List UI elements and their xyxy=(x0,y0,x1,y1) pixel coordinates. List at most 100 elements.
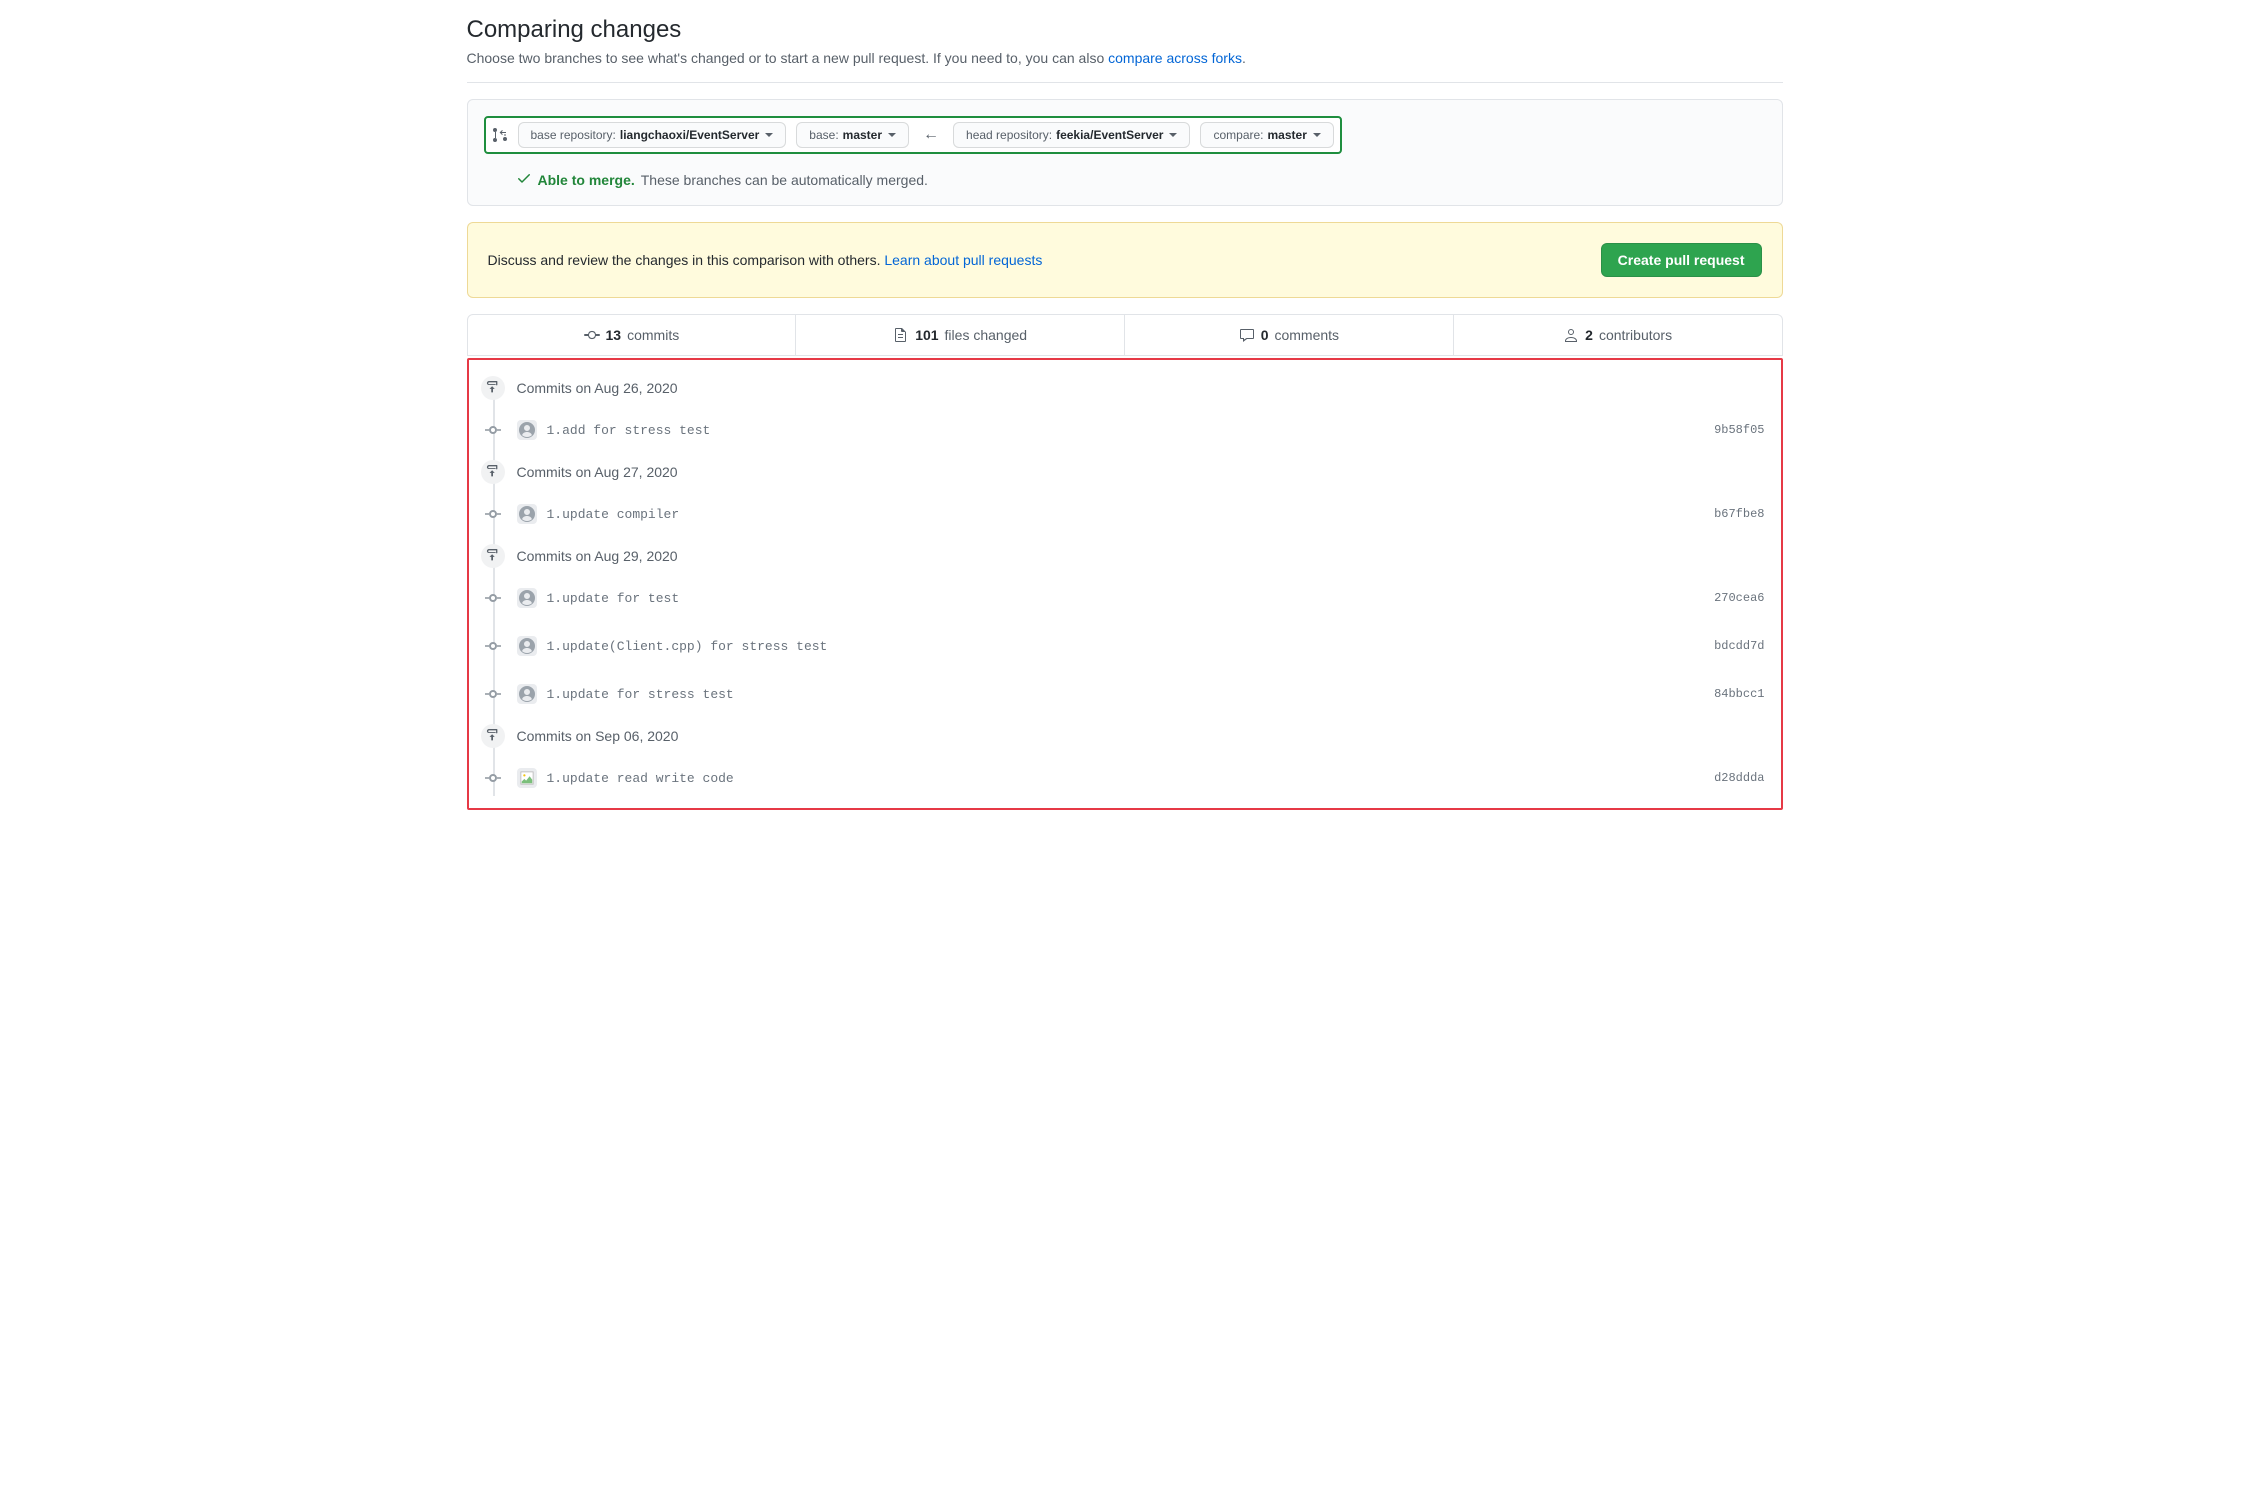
comment-icon xyxy=(1239,327,1255,343)
caret-down-icon xyxy=(765,133,773,137)
contributors-count: 2 xyxy=(1585,327,1593,343)
commit-row[interactable]: 1.update(Client.cpp) for stress testbdcd… xyxy=(505,628,1769,664)
pr-banner-pre: Discuss and review the changes in this c… xyxy=(488,252,885,268)
commit-row[interactable]: 1.update for test270cea6 xyxy=(505,580,1769,616)
head-repo-value: feekia/EventServer xyxy=(1056,128,1163,142)
base-branch-selector[interactable]: base: master xyxy=(796,122,909,148)
compare-branch-selector[interactable]: compare: master xyxy=(1200,122,1333,148)
commit-date-header: Commits on Aug 29, 2020 xyxy=(505,548,1769,564)
divider xyxy=(467,82,1783,83)
base-repo-value: liangchaoxi/EventServer xyxy=(620,128,759,142)
caret-down-icon xyxy=(1313,133,1321,137)
people-icon xyxy=(1563,327,1579,343)
commits-count: 13 xyxy=(606,327,622,343)
commit-message[interactable]: 1.update compiler xyxy=(547,507,1715,522)
page-desc: Choose two branches to see what's change… xyxy=(467,50,1783,66)
commit-date-text: Commits on Aug 27, 2020 xyxy=(517,464,678,480)
merge-status: Able to merge. These branches can be aut… xyxy=(516,170,1766,189)
commit-row[interactable]: 1.add for stress test9b58f05 xyxy=(505,412,1769,448)
commit-message[interactable]: 1.update for test xyxy=(547,591,1715,606)
files-label: files changed xyxy=(945,327,1028,343)
files-count: 101 xyxy=(915,327,938,343)
commit-date-group: Commits on Sep 06, 2020 1.update read wri… xyxy=(505,728,1769,796)
pr-banner: Discuss and review the changes in this c… xyxy=(467,222,1783,298)
commit-message[interactable]: 1.update(Client.cpp) for stress test xyxy=(547,639,1715,654)
tab-contributors[interactable]: 2 contributors xyxy=(1454,315,1782,355)
commit-author-avatar[interactable] xyxy=(517,588,537,608)
create-pr-button[interactable]: Create pull request xyxy=(1601,243,1762,277)
check-icon xyxy=(516,170,532,189)
commit-sha[interactable]: b67fbe8 xyxy=(1714,507,1768,521)
commit-dot-icon xyxy=(485,506,501,522)
arrow-left-icon: ← xyxy=(919,126,943,144)
commit-date-header: Commits on Sep 06, 2020 xyxy=(505,728,1769,744)
commit-sha[interactable]: 9b58f05 xyxy=(1714,423,1768,437)
commit-dot-icon xyxy=(485,590,501,606)
page-desc-text: Choose two branches to see what's change… xyxy=(467,50,1109,66)
commit-dot-icon xyxy=(485,638,501,654)
tab-comments[interactable]: 0 comments xyxy=(1125,315,1454,355)
base-branch-value: master xyxy=(843,128,882,142)
contributors-label: contributors xyxy=(1599,327,1672,343)
commits-label: commits xyxy=(627,327,679,343)
repo-push-icon xyxy=(481,376,505,400)
commit-date-text: Commits on Aug 26, 2020 xyxy=(517,380,678,396)
commit-dot-icon xyxy=(485,422,501,438)
compare-forks-link[interactable]: compare across forks xyxy=(1108,50,1242,66)
base-branch-label: base: xyxy=(809,128,838,142)
commit-date-text: Commits on Aug 29, 2020 xyxy=(517,548,678,564)
range-row-highlight: base repository: liangchaoxi/EventServer… xyxy=(484,116,1342,154)
avatar-icon xyxy=(519,638,535,654)
comments-label: comments xyxy=(1274,327,1339,343)
broken-image-icon xyxy=(520,771,534,785)
commit-message[interactable]: 1.update read write code xyxy=(547,771,1715,786)
base-repo-label: base repository: xyxy=(531,128,616,142)
commit-date-header: Commits on Aug 26, 2020 xyxy=(505,380,1769,396)
tab-commits[interactable]: 13 commits xyxy=(468,315,797,355)
commit-author-avatar[interactable] xyxy=(517,636,537,656)
comments-count: 0 xyxy=(1261,327,1269,343)
commit-message[interactable]: 1.add for stress test xyxy=(547,423,1715,438)
file-diff-icon xyxy=(893,327,909,343)
commits-timeline: Commits on Aug 26, 2020 1.add for stress … xyxy=(481,380,1769,796)
caret-down-icon xyxy=(1169,133,1177,137)
repo-push-icon xyxy=(481,460,505,484)
commit-sha[interactable]: d28ddda xyxy=(1714,771,1768,785)
head-repo-selector[interactable]: head repository: feekia/EventServer xyxy=(953,122,1190,148)
commit-author-avatar[interactable] xyxy=(517,768,537,788)
commit-author-avatar[interactable] xyxy=(517,684,537,704)
merge-rest-text: These branches can be automatically merg… xyxy=(641,172,928,188)
commit-row[interactable]: 1.update read write coded28ddda xyxy=(505,760,1769,796)
avatar-icon xyxy=(519,590,535,606)
pr-banner-text: Discuss and review the changes in this c… xyxy=(488,252,1043,268)
page-title: Comparing changes xyxy=(467,16,1783,44)
diff-tabs: 13 commits 101 files changed 0 comments … xyxy=(467,314,1783,356)
range-editor: base repository: liangchaoxi/EventServer… xyxy=(467,99,1783,206)
commit-date-text: Commits on Sep 06, 2020 xyxy=(517,728,679,744)
commit-author-avatar[interactable] xyxy=(517,420,537,440)
head-repo-label: head repository: xyxy=(966,128,1052,142)
tab-files[interactable]: 101 files changed xyxy=(796,315,1125,355)
git-commit-icon xyxy=(584,327,600,343)
base-repo-selector[interactable]: base repository: liangchaoxi/EventServer xyxy=(518,122,787,148)
repo-push-icon xyxy=(481,544,505,568)
page-desc-post: . xyxy=(1242,50,1246,66)
commit-message[interactable]: 1.update for stress test xyxy=(547,687,1715,702)
repo-push-icon xyxy=(481,724,505,748)
commit-dot-icon xyxy=(485,770,501,786)
avatar-icon xyxy=(519,422,535,438)
compare-value: master xyxy=(1268,128,1307,142)
commit-author-avatar[interactable] xyxy=(517,504,537,524)
commit-date-group: Commits on Aug 29, 2020 1.update for test… xyxy=(505,548,1769,712)
commit-sha[interactable]: bdcdd7d xyxy=(1714,639,1768,653)
commit-row[interactable]: 1.update compilerb67fbe8 xyxy=(505,496,1769,532)
commit-sha[interactable]: 84bbcc1 xyxy=(1714,687,1768,701)
avatar-icon xyxy=(519,686,535,702)
commits-timeline-highlight: Commits on Aug 26, 2020 1.add for stress … xyxy=(467,358,1783,810)
commit-date-header: Commits on Aug 27, 2020 xyxy=(505,464,1769,480)
compare-label: compare: xyxy=(1213,128,1263,142)
commit-sha[interactable]: 270cea6 xyxy=(1714,591,1768,605)
learn-pr-link[interactable]: Learn about pull requests xyxy=(884,252,1042,268)
caret-down-icon xyxy=(888,133,896,137)
commit-row[interactable]: 1.update for stress test84bbcc1 xyxy=(505,676,1769,712)
